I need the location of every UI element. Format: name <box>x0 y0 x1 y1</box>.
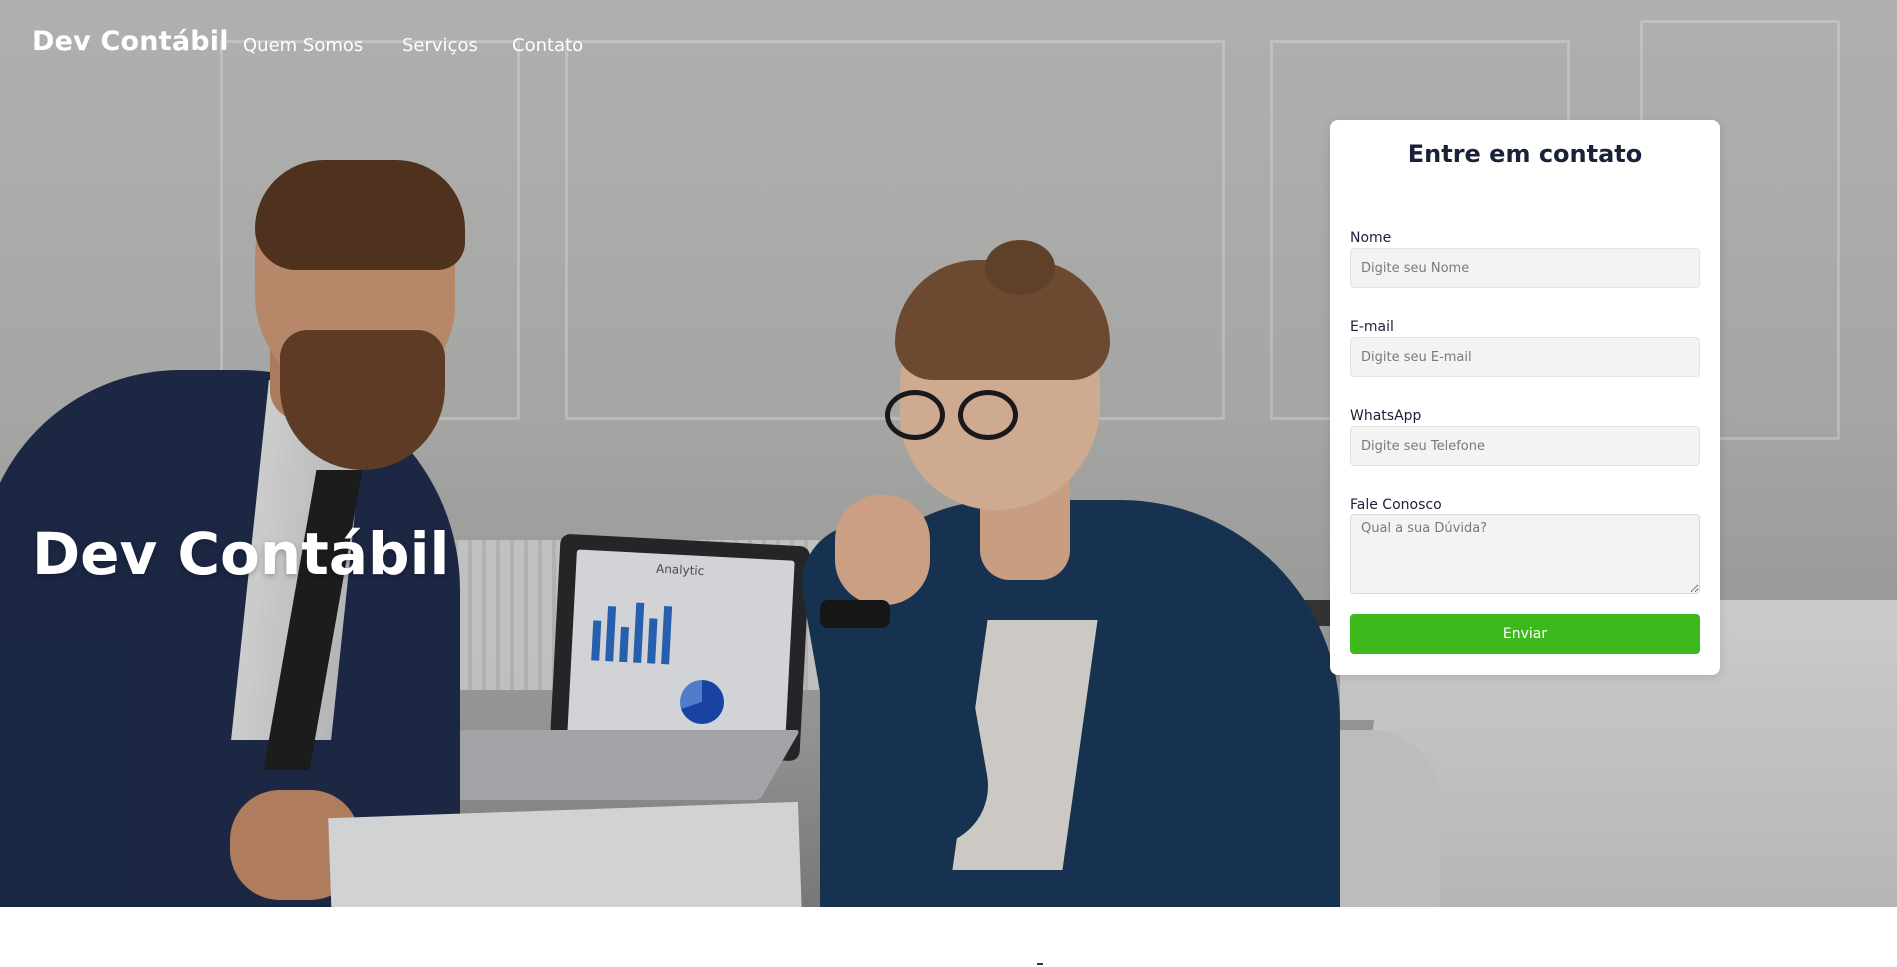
message-textarea[interactable] <box>1350 514 1700 594</box>
email-input[interactable] <box>1350 337 1700 377</box>
hero-title: Dev Contábil <box>32 520 450 588</box>
brand-logo-link[interactable]: Dev Contábil <box>32 26 229 57</box>
whatsapp-label: WhatsApp <box>1350 408 1422 424</box>
whatsapp-input[interactable] <box>1350 426 1700 466</box>
contact-form: Entre em contato Nome E-mail WhatsApp Fa… <box>1330 120 1720 675</box>
top-navbar: Dev Contábil Quem Somos Serviços Contato <box>0 0 1897 90</box>
nav-link-servicos[interactable]: Serviços <box>402 35 478 56</box>
nav-link-contato[interactable]: Contato <box>512 35 583 56</box>
form-title: Entre em contato <box>1407 140 1643 168</box>
nav-link-quem-somos[interactable]: Quem Somos <box>243 35 363 56</box>
hero-banner: Analytic Dev Contábil Quem Somos Serviço… <box>0 0 1897 907</box>
name-input[interactable] <box>1350 248 1700 288</box>
submit-button[interactable]: Enviar <box>1350 614 1700 654</box>
section-divider-mark <box>1037 963 1043 965</box>
name-label: Nome <box>1350 230 1392 246</box>
message-label: Fale Conosco <box>1350 497 1442 513</box>
email-label: E-mail <box>1350 319 1394 335</box>
